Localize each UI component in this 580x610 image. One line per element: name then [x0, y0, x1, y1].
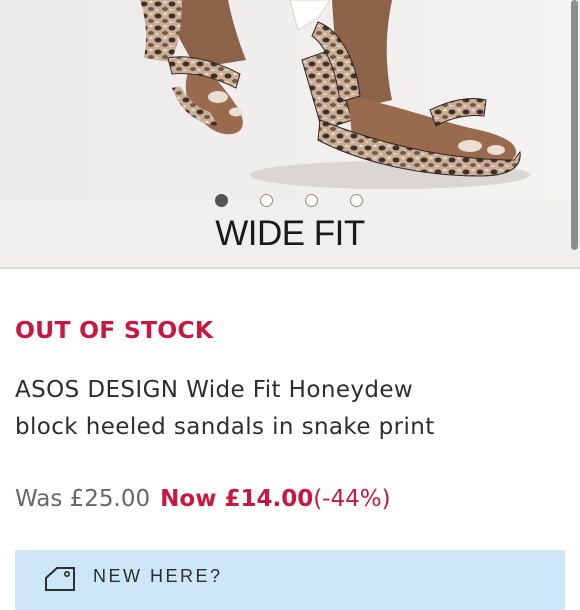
now-price: Now £14.00	[160, 486, 314, 512]
product-title-line-2: block heeled sandals in snake print	[15, 414, 435, 440]
price-row: Was £25.00 Now £14.00(-44%)	[15, 486, 391, 512]
product-image-gallery[interactable]: WIDE FIT	[0, 0, 580, 268]
carousel-dot-4[interactable]	[350, 194, 363, 207]
product-title-line-1: ASOS DESIGN Wide Fit Honeydew	[15, 377, 414, 403]
carousel-dot-1[interactable]	[215, 194, 228, 207]
product-title: ASOS DESIGN Wide Fit Honeydew block heel…	[15, 372, 515, 446]
product-photo[interactable]	[0, 0, 580, 200]
fit-label: WIDE FIT	[215, 214, 365, 253]
divider	[0, 267, 580, 269]
tag-icon	[43, 566, 77, 598]
was-price: Was £25.00	[15, 486, 151, 512]
discount-percent: (-44%)	[313, 486, 391, 512]
carousel-dot-2[interactable]	[260, 194, 273, 207]
stock-status: OUT OF STOCK	[15, 316, 214, 344]
carousel-pagination	[0, 194, 580, 210]
new-here-banner[interactable]: NEW HERE?	[15, 550, 565, 610]
new-here-text: NEW HERE?	[93, 566, 223, 586]
carousel-dot-3[interactable]	[305, 194, 318, 207]
page-scrollbar[interactable]	[571, 0, 578, 250]
